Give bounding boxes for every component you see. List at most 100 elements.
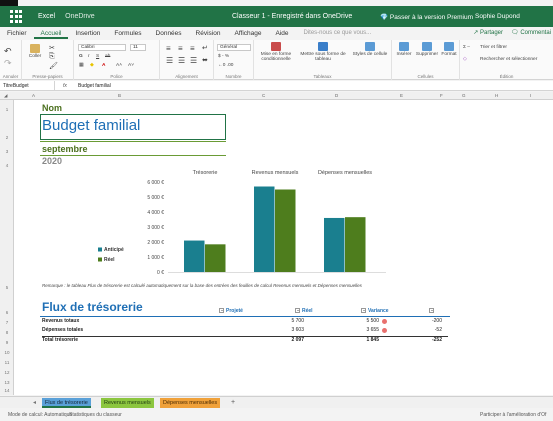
strikethrough-button[interactable]: ab [105, 54, 110, 59]
align-bottom-icon[interactable]: ≡ [190, 44, 195, 53]
column-header-d[interactable]: D [335, 92, 338, 100]
align-left-icon[interactable]: ☰ [166, 56, 173, 65]
row-header[interactable]: 1 [0, 107, 14, 112]
premium-link[interactable]: 💎 Passer à la version Premium [380, 13, 473, 21]
row-header[interactable]: 14 [0, 388, 14, 393]
decimal-icon[interactable]: ←0 .00 [218, 63, 233, 68]
row-header[interactable]: 9 [0, 340, 14, 345]
table-row[interactable]: Revenus totaux 5 700 5 500 -200 [42, 318, 442, 326]
row-header[interactable]: 3 [0, 149, 14, 154]
italic-button[interactable]: I [88, 54, 89, 59]
currency-button[interactable]: $ - % [218, 54, 229, 59]
column-header-b[interactable]: B [118, 92, 121, 100]
grow-font-icon[interactable]: A˄ [116, 63, 122, 68]
filter-dropdown-icon[interactable] [219, 308, 224, 314]
underline-button[interactable]: S [96, 54, 99, 59]
wrap-text-icon[interactable]: ↵ [202, 44, 208, 52]
document-title[interactable]: Classeur 1 - Enregistré dans OneDrive [232, 13, 352, 20]
row-header[interactable]: 7 [0, 320, 14, 325]
tab-accueil[interactable]: Accueil [33, 28, 69, 39]
align-top-icon[interactable]: ≡ [166, 44, 171, 53]
autosum-icon[interactable]: Σ – [463, 45, 470, 50]
row-header[interactable]: 5 [0, 285, 14, 290]
clear-icon[interactable]: ◇ [463, 57, 467, 62]
column-header-f[interactable]: F [440, 92, 443, 100]
insert-cells-button[interactable]: Insérer [394, 42, 414, 57]
remark-cell[interactable]: Remarque : le tableau Flux de trésorerie… [42, 283, 362, 288]
align-right-icon[interactable]: ☰ [190, 56, 197, 65]
delete-cells-button[interactable]: Supprimer [415, 42, 439, 57]
row-header[interactable]: 10 [0, 350, 14, 355]
font-name-select[interactable]: Calibri [78, 44, 126, 51]
nom-cell[interactable]: Nom [42, 103, 62, 113]
table-row[interactable]: Dépenses totales 3 603 3 655 -52 [42, 327, 442, 335]
column-header-c[interactable]: C [262, 92, 265, 100]
redo-icon[interactable]: ↷ [4, 58, 12, 69]
column-header-a[interactable]: A [32, 92, 35, 100]
undo-icon[interactable]: ↶ [4, 46, 12, 57]
tab-revision[interactable]: Révision [189, 28, 228, 39]
filter-dropdown-icon[interactable] [429, 308, 434, 314]
copy-icon[interactable]: ⎘ [49, 53, 55, 61]
row-header[interactable]: 13 [0, 380, 14, 385]
format-cells-button[interactable]: Format [440, 42, 458, 57]
shrink-font-icon[interactable]: A˅ [128, 63, 134, 68]
header-projete[interactable]: Projeté [219, 308, 243, 314]
app-launcher-icon[interactable] [10, 9, 24, 24]
sheet-tab-flux[interactable]: Flux de trésorerie [42, 398, 91, 408]
month-cell[interactable]: septembre [42, 144, 88, 154]
formula-input[interactable]: Budget familial [75, 83, 111, 89]
sheet-tab-depenses[interactable]: Dépenses mensuelles [160, 398, 221, 408]
select-all-corner[interactable]: ◢ [4, 92, 7, 100]
sheet-tab-revenus[interactable]: Revenus mensuels [101, 398, 154, 408]
format-painter-icon[interactable]: 🖌 [49, 62, 58, 70]
user-name[interactable]: Sophie Dupond [475, 13, 520, 20]
row-header[interactable]: 8 [0, 330, 14, 335]
row-header[interactable]: 2 [0, 135, 14, 140]
cashflow-chart[interactable]: 0 € 1 000 € 2 000 € 3 000 € 4 000 € 5 000 € 6 … [90, 166, 390, 286]
budget-title-cell[interactable]: Budget familial [42, 117, 140, 134]
sheet-nav-arrow-icon[interactable]: ◂ [33, 398, 36, 408]
tab-affichage[interactable]: Affichage [227, 28, 268, 39]
column-header-g[interactable]: G [462, 92, 466, 100]
add-sheet-button[interactable]: + [231, 398, 235, 408]
row-header[interactable]: 11 [0, 360, 14, 365]
tell-me-search[interactable]: Dites-nous ce que vous... [303, 28, 371, 39]
filter-dropdown-icon[interactable] [295, 308, 300, 314]
row-header[interactable]: 4 [0, 163, 14, 168]
header-variance[interactable]: Variance [361, 308, 389, 314]
worksheet-grid[interactable]: Nom Budget familial septembre 2020 0 € 1 … [14, 100, 553, 395]
tab-donnees[interactable]: Données [149, 28, 189, 39]
cond-format-button[interactable]: Mise en forme conditionnelle [256, 42, 296, 62]
row-header[interactable]: 12 [0, 370, 14, 375]
align-center-icon[interactable]: ☰ [178, 56, 185, 65]
paste-button[interactable]: Coller [25, 44, 45, 59]
share-button[interactable]: ↗ Partager [473, 29, 503, 36]
feedback-link[interactable]: Participer à l'amélioration d'Of [480, 409, 546, 421]
name-box[interactable]: TitreBudget [0, 80, 55, 91]
location-link[interactable]: OneDrive [65, 13, 95, 20]
tab-formules[interactable]: Formules [107, 28, 148, 39]
header-reel[interactable]: Réel [295, 308, 313, 314]
header-extra-filter[interactable] [429, 308, 436, 314]
calc-mode-status[interactable]: Mode de calcul: Automatique [8, 409, 72, 421]
font-size-select[interactable]: 11 [130, 44, 146, 51]
tab-insertion[interactable]: Insertion [68, 28, 107, 39]
fill-color-icon[interactable]: ◆ [90, 63, 94, 68]
column-header-h[interactable]: H [495, 92, 498, 100]
column-header-e[interactable]: E [400, 92, 403, 100]
table-format-button[interactable]: Mettre sous forme de tableau [298, 42, 348, 62]
align-middle-icon[interactable]: ≡ [178, 44, 183, 53]
table-row[interactable]: Total trésorerie 2 097 1 845 -252 [42, 337, 442, 345]
workbook-stats-link[interactable]: Statistiques du classeur [69, 409, 122, 421]
number-format-select[interactable]: Général [217, 44, 251, 51]
cell-styles-button[interactable]: Styles de cellule [352, 42, 388, 57]
fx-icon[interactable]: fx [55, 83, 75, 89]
year-cell[interactable]: 2020 [42, 156, 62, 166]
sort-filter-button[interactable]: Trier et filtrer [480, 45, 507, 50]
cut-icon[interactable]: ✂ [49, 44, 55, 52]
tab-fichier[interactable]: Fichier [0, 28, 34, 39]
filter-dropdown-icon[interactable] [361, 308, 366, 314]
borders-icon[interactable]: ▦ [79, 63, 84, 68]
bold-button[interactable]: G [79, 54, 83, 59]
